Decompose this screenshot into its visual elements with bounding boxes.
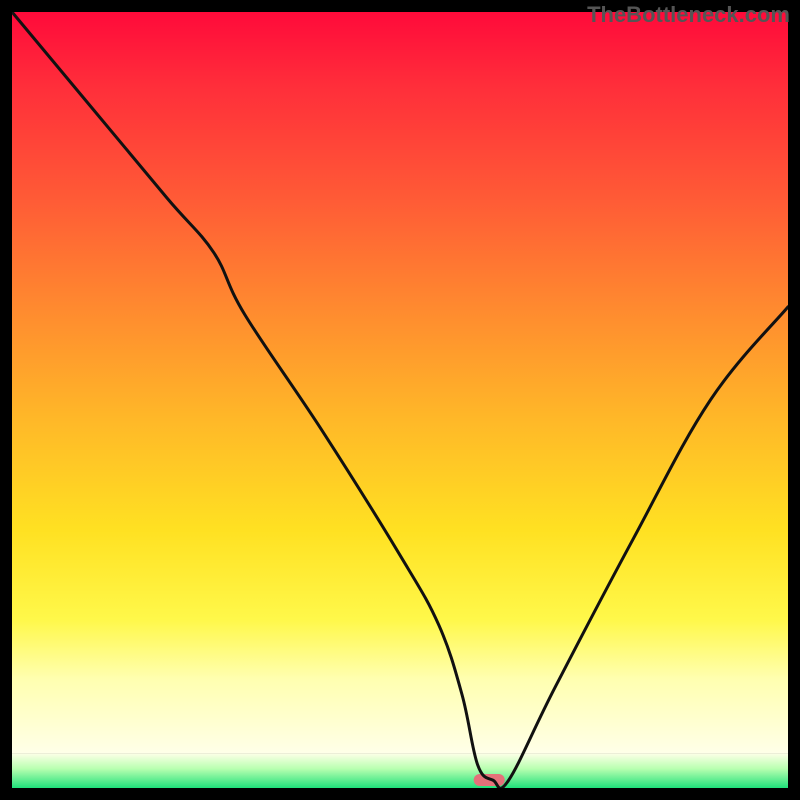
chart-svg (0, 0, 800, 800)
bottleneck-chart: TheBottleneck.com (0, 0, 800, 800)
